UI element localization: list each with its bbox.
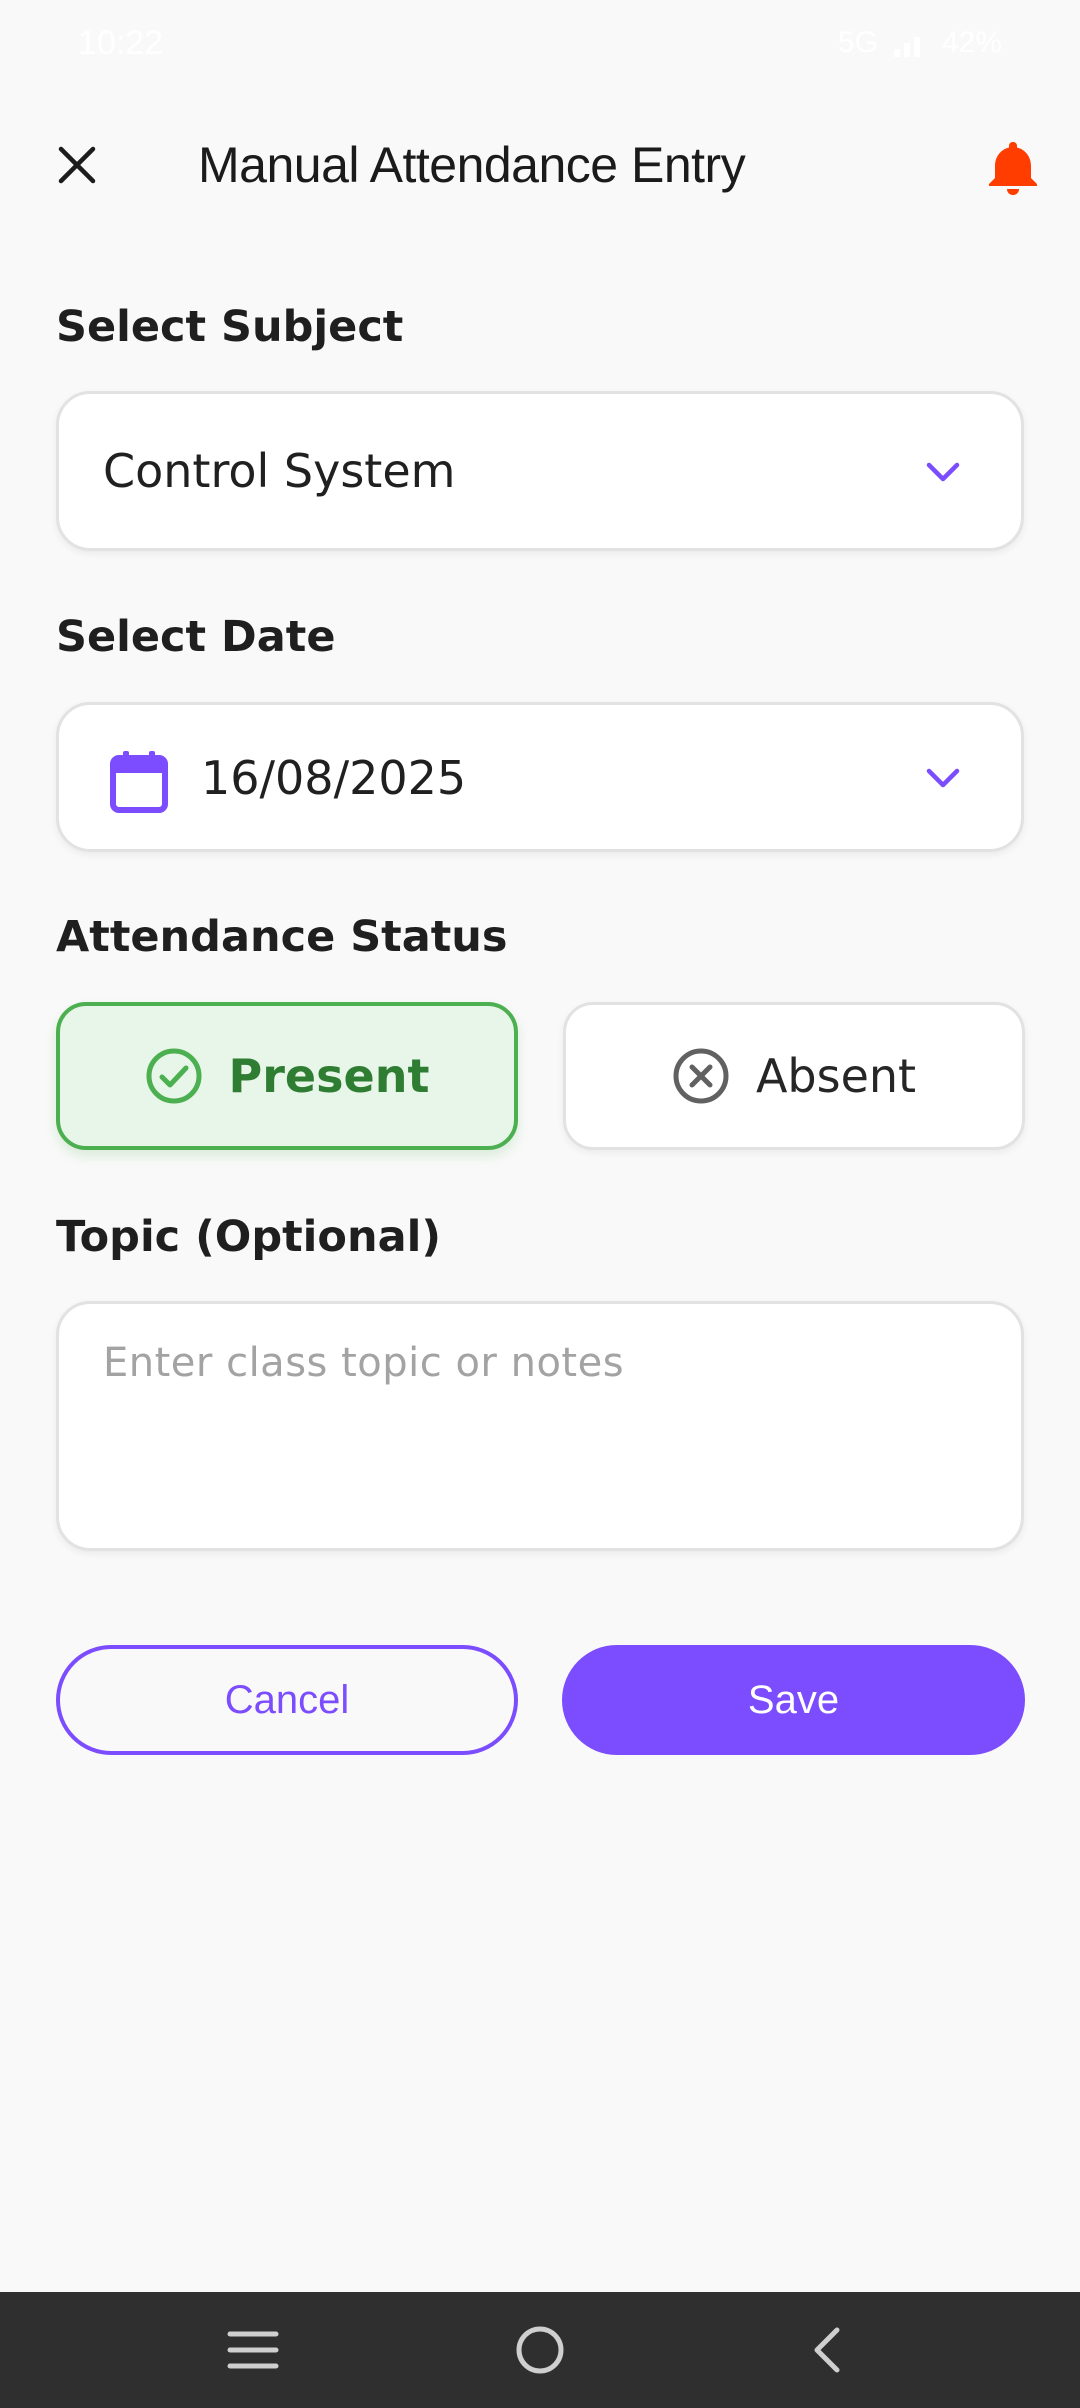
subject-dropdown[interactable]: Control System [56, 391, 1024, 551]
status-bar: 10:22 5G 42% [0, 0, 1080, 86]
present-button[interactable]: Present [56, 1002, 518, 1150]
subject-label: Select Subject [56, 302, 404, 352]
recent-apps-button[interactable] [193, 2310, 313, 2390]
attendance-status-label: Attendance Status [56, 912, 508, 962]
app-bar: Manual Attendance Entry [0, 110, 1080, 220]
close-button[interactable] [44, 132, 110, 198]
menu-icon [227, 2331, 279, 2369]
date-value: 16/08/2025 [201, 751, 467, 805]
network-label: 5G [837, 26, 878, 59]
check-circle-icon [146, 1048, 202, 1104]
topic-input[interactable] [103, 1340, 983, 1520]
date-label: Select Date [56, 612, 336, 662]
battery-level: 42% [941, 26, 1002, 59]
notifications-button[interactable] [982, 136, 1044, 198]
status-time: 10:22 [78, 23, 164, 62]
system-nav-bar [0, 2292, 1080, 2408]
date-picker[interactable]: 16/08/2025 [56, 702, 1024, 852]
topic-label: Topic (Optional) [56, 1212, 441, 1262]
status-icons: 5G 42% [838, 26, 1002, 60]
home-circle-icon [516, 2326, 564, 2374]
back-button[interactable] [767, 2310, 887, 2390]
calendar-icon [110, 751, 168, 813]
chevron-down-icon [923, 452, 963, 492]
back-icon [814, 2327, 840, 2373]
absent-button[interactable]: Absent [563, 1002, 1025, 1150]
present-label: Present [228, 1049, 430, 1103]
bell-icon [989, 142, 1037, 195]
cancel-button[interactable]: Cancel [56, 1645, 518, 1755]
page-title: Manual Attendance Entry [198, 137, 746, 193]
close-icon [58, 146, 96, 184]
subject-value: Control System [103, 444, 456, 498]
screen: 10:22 5G 42% Manual Attendance Entry Sel… [0, 0, 1080, 2408]
topic-field [56, 1301, 1024, 1551]
x-circle-icon [673, 1048, 729, 1104]
absent-label: Absent [755, 1049, 917, 1103]
chevron-down-icon [923, 758, 963, 798]
save-button[interactable]: Save [562, 1645, 1025, 1755]
signal-icon [893, 37, 920, 57]
home-button[interactable] [480, 2310, 600, 2390]
